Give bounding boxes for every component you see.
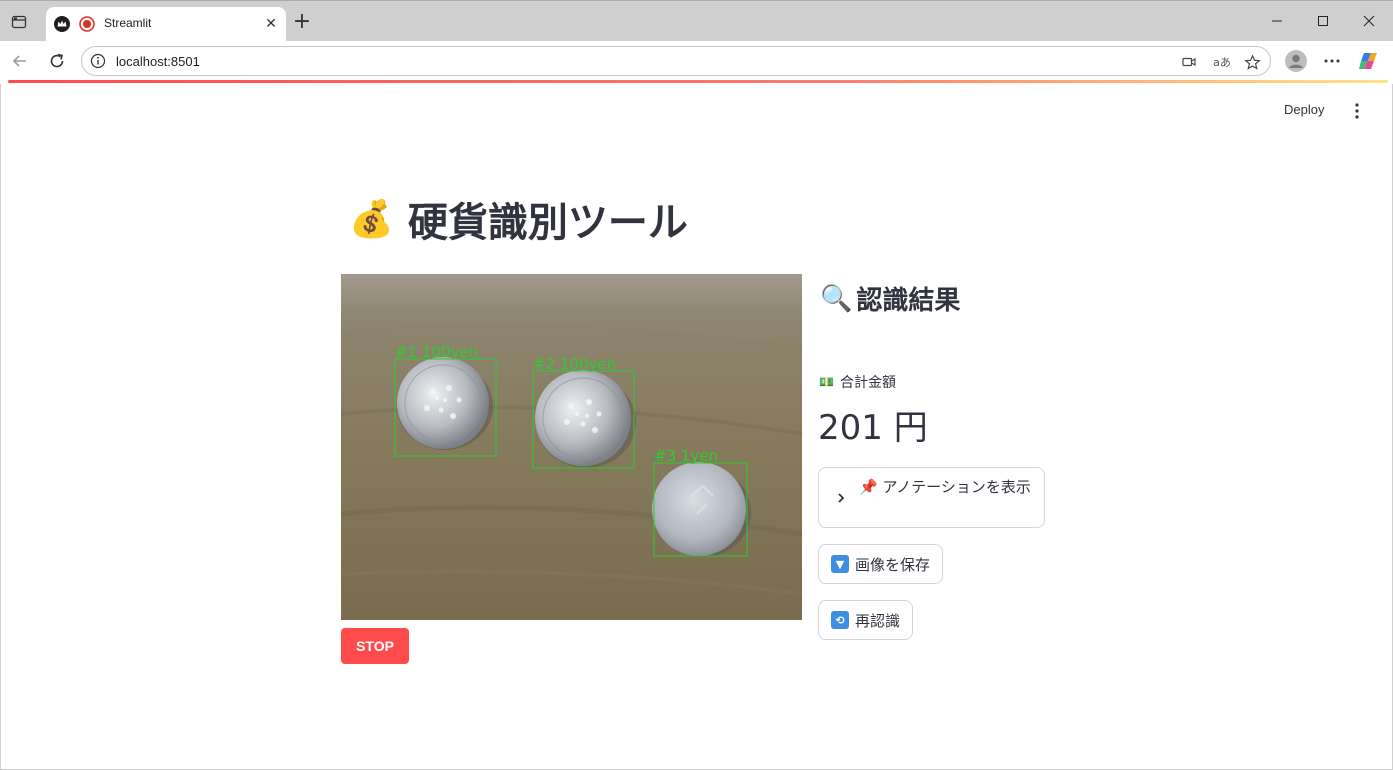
tab-close-icon[interactable]: ✕ [263,16,279,32]
down-arrow-icon: ▼ [831,555,849,573]
coin-3 [652,462,746,556]
main-menu-icon[interactable] [1347,101,1367,121]
tab-title: Streamlit [104,16,152,30]
browser-tab[interactable]: Streamlit ✕ [46,7,286,42]
page-title-text: 硬貨識別ツール [407,200,688,246]
tab-actions-icon[interactable] [10,13,28,31]
expander-label: 📌 アノテーションを表示 [859,476,1035,498]
translate-icon[interactable]: aあ [1211,53,1233,71]
total-amount-value: 201 円 [818,408,928,448]
expander-label-text: アノテーションを表示 [882,478,1031,496]
coin-1 [397,357,489,449]
results-header-text: 認識結果 [856,286,961,316]
back-icon[interactable] [10,51,30,71]
pushpin-icon: 📌 [859,478,878,496]
detection-label-3: #3 1yen [654,447,718,465]
camera-feed: #1 100yen #2 100yen #3 1yen [341,274,802,620]
reload-icon[interactable] [47,51,67,71]
coin-2 [535,370,631,466]
address-bar[interactable]: localhost:8501 aあ [81,46,1271,76]
detection-label-2: #2 100yen [533,355,616,373]
close-window-icon[interactable] [1359,11,1379,31]
annotation-expander[interactable]: 📌 アノテーションを表示 [818,467,1045,528]
maximize-icon[interactable] [1313,11,1333,31]
more-menu-icon[interactable] [1321,50,1343,72]
site-info-icon[interactable] [90,53,106,69]
rerecognize-label: 再認識 [855,611,901,630]
recording-icon [79,16,95,32]
stop-button[interactable]: STOP [341,628,409,664]
copilot-icon[interactable] [1358,50,1380,72]
streamlit-crown-icon [54,16,70,32]
money-bag-icon: 💰 [349,199,394,240]
browser-toolbar: localhost:8501 aあ [0,41,1393,81]
minimize-icon[interactable] [1267,11,1287,31]
page-title: 💰 硬貨識別ツール [349,190,688,248]
save-image-label: 画像を保存 [855,555,931,574]
refresh-icon: ⟲ [831,611,849,629]
magnifier-icon: 🔍 [820,283,853,314]
loading-progress-bar [8,80,1388,83]
bookmark-star-icon[interactable] [1243,53,1261,71]
save-image-button[interactable]: ▼ 画像を保存 [818,544,944,584]
url-text[interactable]: localhost:8501 [116,54,200,69]
metric-label-text: 合計金額 [839,375,896,391]
camera-in-use-icon[interactable] [1180,53,1198,71]
chevron-right-icon [835,490,847,504]
new-tab-icon[interactable]: + [292,11,312,33]
detection-label-1: #1 100yen [395,343,478,361]
profile-avatar-icon[interactable] [1285,50,1307,72]
metric-label: 💵 合計金額 [819,372,896,392]
rerecognize-button[interactable]: ⟲ 再認識 [818,600,914,640]
browser-tabstrip: Streamlit ✕ + [0,0,1393,42]
results-header: 🔍 認識結果 [820,280,960,317]
money-icon: 💵 [819,375,834,389]
streamlit-app: Deploy 💰 硬貨識別ツール #1 100yen #2 100yen #3 … [0,84,1393,770]
deploy-button[interactable]: Deploy [1284,102,1324,117]
